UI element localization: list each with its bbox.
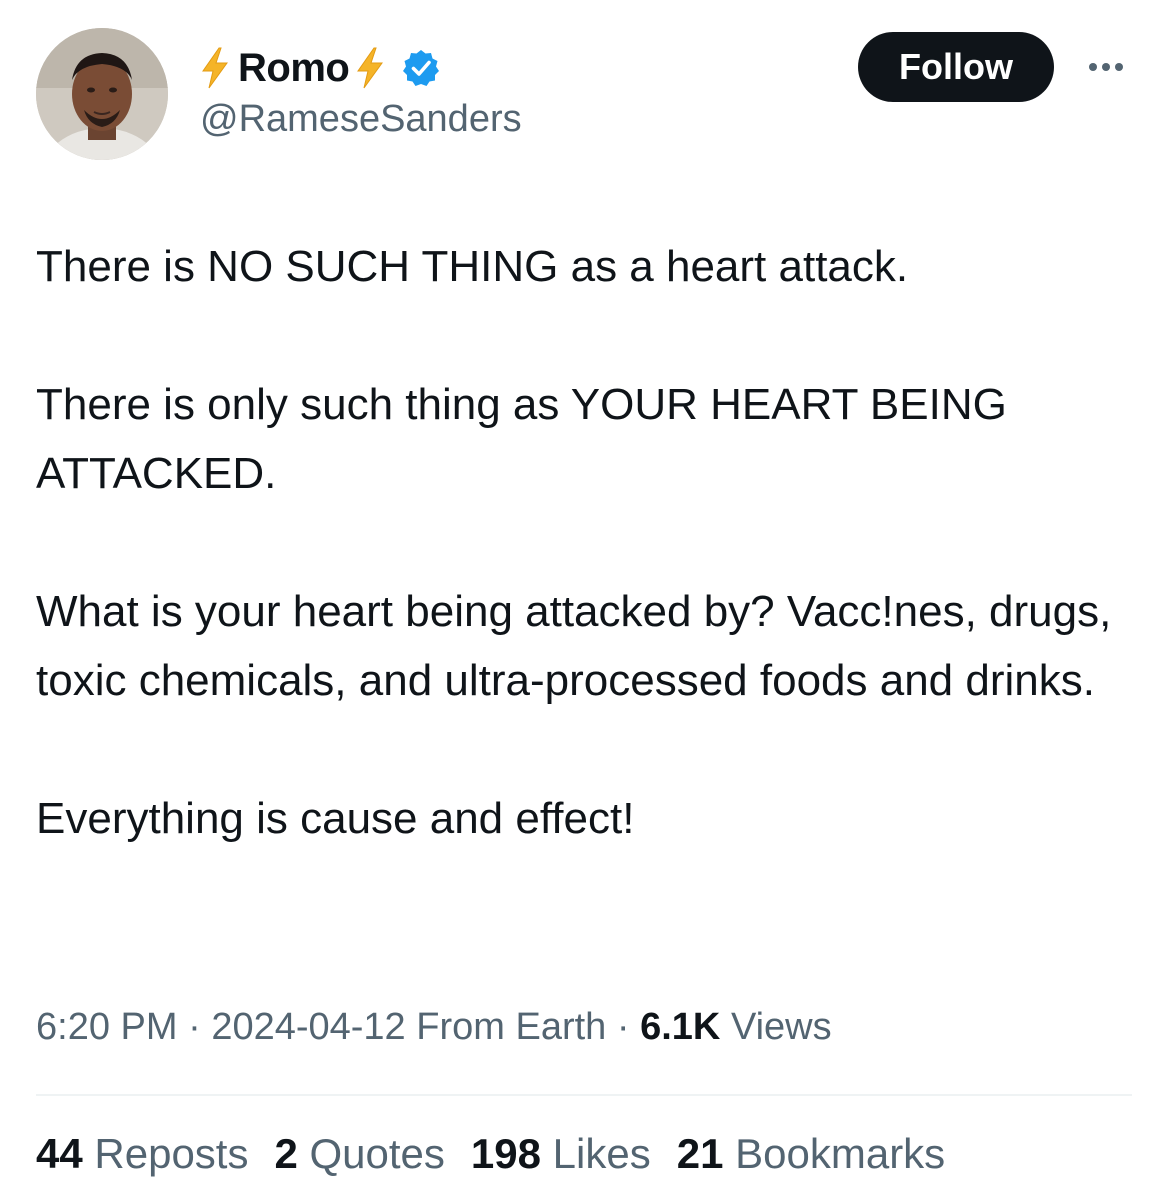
follow-button[interactable]: Follow <box>858 32 1054 102</box>
more-options-icon[interactable] <box>1082 50 1130 84</box>
views-count: 6.1K <box>640 1006 721 1048</box>
quotes-stat[interactable]: 2 Quotes <box>274 1130 444 1178</box>
tweet-paragraph: Everything is cause and effect! <box>36 794 635 843</box>
tweet-source: From Earth <box>416 1006 607 1048</box>
divider <box>36 1094 1132 1096</box>
tweet-paragraph: There is NO SUCH THING as a heart attack… <box>36 242 909 291</box>
author-name-row[interactable]: Romo <box>200 40 441 96</box>
avatar-image <box>36 28 168 160</box>
bookmarks-label: Bookmarks <box>735 1130 946 1177</box>
likes-count: 198 <box>470 1130 541 1177</box>
bookmarks-count: 21 <box>676 1130 724 1177</box>
likes-stat[interactable]: 198 Likes <box>471 1130 651 1178</box>
quotes-count: 2 <box>274 1130 298 1177</box>
meta-separator: · <box>616 1006 630 1048</box>
reposts-stat[interactable]: 44 Reposts <box>36 1130 248 1178</box>
tweet-text: There is NO SUCH THING as a heart attack… <box>36 232 1136 853</box>
likes-label: Likes <box>552 1130 651 1177</box>
views-label: Views <box>730 1006 832 1048</box>
tweet-date[interactable]: 2024-04-12 <box>211 1006 405 1048</box>
author-display-name[interactable]: Romo <box>238 46 350 91</box>
lightning-bolt-icon <box>355 47 385 89</box>
tweet-card: Romo @RameseSanders Follow There is NO S… <box>0 0 1167 1200</box>
lightning-bolt-icon <box>200 47 230 89</box>
engagement-stats: 44 Reposts 2 Quotes 198 Likes 21 Bookmar… <box>36 1130 945 1178</box>
tweet-paragraph: There is only such thing as YOUR HEART B… <box>36 380 1007 498</box>
bookmarks-stat[interactable]: 21 Bookmarks <box>677 1130 945 1178</box>
verified-badge-icon[interactable] <box>401 48 441 88</box>
reposts-count: 44 <box>36 1130 83 1177</box>
reposts-label: Reposts <box>94 1130 249 1177</box>
tweet-paragraph: What is your heart being attacked by? Va… <box>36 587 1112 705</box>
tweet-time[interactable]: 6:20 PM <box>36 1006 178 1048</box>
meta-separator: · <box>188 1006 201 1048</box>
quotes-label: Quotes <box>309 1130 445 1177</box>
tweet-meta: 6:20 PM · 2024-04-12 From Earth · 6.1K V… <box>36 1006 832 1049</box>
author-handle[interactable]: @RameseSanders <box>200 98 522 141</box>
avatar[interactable] <box>36 28 168 160</box>
